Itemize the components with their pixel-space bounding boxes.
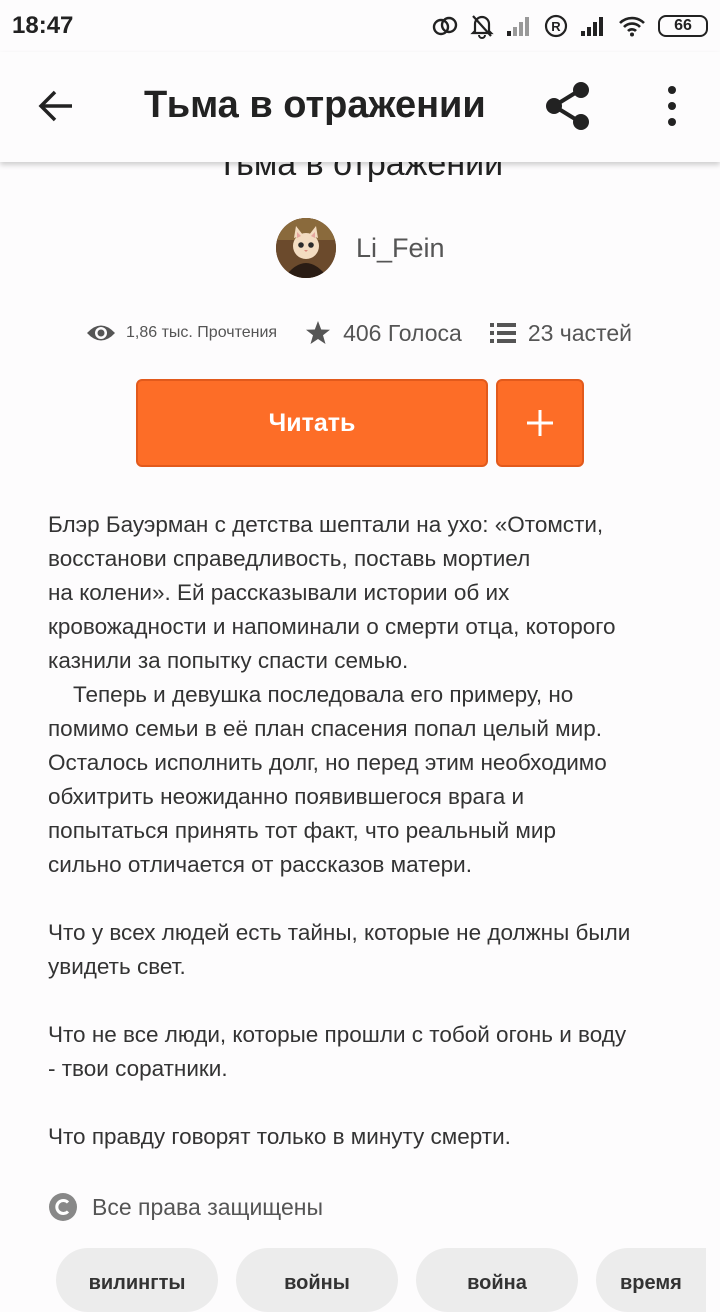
tag-list: вилингты войны война время — [56, 1248, 706, 1312]
author-name: Li_Fein — [356, 232, 445, 263]
story-description: Блэр Бауэрман с детства шептали на ухо: … — [48, 508, 688, 1154]
share-icon — [546, 82, 589, 130]
description-line: Что не все люди, которые прошли с тобой … — [48, 1022, 627, 1047]
signal-icon — [507, 17, 529, 36]
description-line: Блэр Бауэрман с детства шептали на ухо: … — [48, 512, 604, 537]
status-icons: R 66 — [432, 12, 708, 40]
eye-icon — [87, 325, 115, 341]
status-bar: 18:47 R 66 — [0, 0, 720, 52]
read-button[interactable]: Читать — [136, 379, 488, 467]
description-line: Осталось исполнить долг, но перед этим н… — [48, 750, 607, 775]
app-bar-title: Тьма в отражении — [144, 84, 486, 126]
tag-chip[interactable]: война — [416, 1248, 578, 1312]
star-icon — [306, 321, 331, 344]
battery-indicator: 66 — [658, 15, 708, 37]
description-line: Теперь и девушка последовала его примеру… — [48, 682, 574, 707]
roaming-icon: R — [544, 14, 568, 38]
tag-chip[interactable]: войны — [236, 1248, 398, 1312]
description-line: попытаться принять тот факт, что реальны… — [48, 818, 556, 843]
back-button[interactable] — [36, 86, 76, 126]
more-vertical-icon — [668, 86, 676, 126]
arrow-left-icon — [38, 90, 72, 122]
votes-count: 406 Голоса — [343, 319, 462, 346]
description-line: кровожадности и напоминали о смерти отца… — [48, 614, 616, 639]
status-time: 18:47 — [12, 12, 74, 39]
description-line: - твои соратники. — [48, 1056, 228, 1081]
description-line: казнили за попытку спасти семью. — [48, 648, 409, 673]
author-link[interactable]: Li_Fein — [276, 218, 445, 278]
app-bar: Тьма в отражении — [0, 52, 720, 162]
wifi-icon — [619, 16, 645, 37]
more-options-button[interactable] — [656, 84, 688, 128]
reads-stat: 1,86 тыс. Прочтения — [86, 322, 277, 344]
signal-icon-2 — [581, 17, 603, 36]
plus-icon — [527, 410, 553, 436]
description-line: сильно отличается от рассказов матери. — [48, 852, 472, 877]
cat-avatar-image — [276, 218, 336, 278]
copyright-icon — [49, 1193, 77, 1221]
votes-stat: 406 Голоса — [305, 320, 462, 347]
description-line: помимо семьи в её план спасения попал це… — [48, 716, 602, 741]
description-line: на колени». Ей рассказывали истории об и… — [48, 580, 510, 605]
list-icon — [489, 323, 516, 343]
parts-count: 23 частей — [527, 319, 632, 346]
tag-chip[interactable]: вилингты — [56, 1248, 218, 1312]
description-line: Что правду говорят только в минуту смерт… — [48, 1124, 511, 1149]
copyright-text: Все права защищены — [92, 1193, 323, 1220]
story-stats: 1,86 тыс. Прочтения 406 Голоса 23 частей — [86, 316, 632, 350]
avatar — [276, 218, 336, 278]
description-line: Что у всех людей есть тайны, которые не … — [48, 920, 631, 945]
reads-count: 1,86 тыс. Прочтения — [126, 324, 278, 341]
copyright-notice: Все права защищены — [48, 1192, 323, 1222]
description-line: восстанови справедливость, поставь морти… — [48, 546, 531, 571]
link-icon — [432, 16, 458, 36]
share-button[interactable] — [542, 80, 594, 132]
description-line: увидеть свет. — [48, 954, 186, 979]
svg-text:R: R — [551, 19, 561, 34]
parts-stat[interactable]: 23 частей — [489, 319, 632, 347]
add-to-library-button[interactable] — [496, 379, 584, 467]
description-line: обхитрить неожиданно появившегося врага … — [48, 784, 525, 809]
mute-bell-icon — [470, 15, 494, 39]
tag-chip[interactable]: время — [596, 1248, 706, 1312]
